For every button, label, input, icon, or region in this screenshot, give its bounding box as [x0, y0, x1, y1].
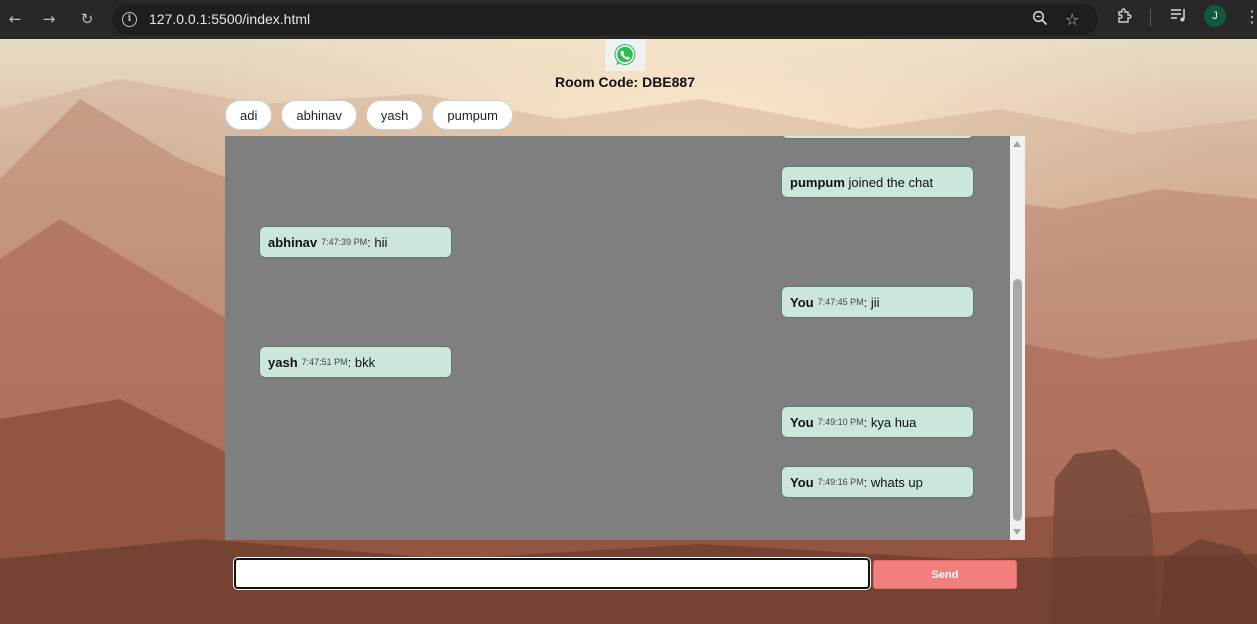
- message-time: 7:49:10 PM: [817, 417, 864, 427]
- forward-arrow-icon[interactable]: →: [38, 8, 60, 30]
- scroll-down-arrow-icon[interactable]: [1013, 529, 1021, 535]
- message-text: : whats up: [863, 474, 923, 490]
- scroll-thumb[interactable]: [1013, 279, 1022, 521]
- toolbar-divider: [1150, 9, 1151, 27]
- message-bubble: yash 7:47:51 PM: bkk: [259, 346, 452, 378]
- extensions-icon[interactable]: [1116, 7, 1133, 28]
- message-bubble: pumpum joined the chat: [781, 166, 974, 198]
- chat-page: Room Code: DBE887 adi abhinav yash pumpu…: [0, 39, 1257, 624]
- message-text: : kya hua: [863, 414, 917, 430]
- message-sender: pumpum: [790, 174, 845, 190]
- message-bubble-partial: [781, 136, 974, 139]
- message-bubble: abhinav 7:47:39 PM: hii: [259, 226, 452, 258]
- message-bubble: You 7:47:45 PM: jii: [781, 286, 974, 318]
- message-text: joined the chat: [848, 174, 934, 190]
- send-button[interactable]: Send: [873, 560, 1017, 589]
- user-pill-abhinav[interactable]: abhinav: [281, 100, 357, 130]
- bookmark-star-icon[interactable]: ☆: [1065, 10, 1079, 29]
- message-text: : hii: [367, 234, 388, 250]
- user-pill-adi[interactable]: adi: [225, 100, 273, 130]
- scroll-up-arrow-icon[interactable]: [1013, 141, 1021, 147]
- message-sender: You: [790, 294, 814, 310]
- reload-icon[interactable]: ↻: [76, 8, 98, 30]
- message-time: 7:47:51 PM: [301, 357, 348, 367]
- message-input[interactable]: [234, 558, 870, 589]
- user-pill-yash[interactable]: yash: [365, 100, 424, 130]
- address-bar[interactable]: i 127.0.0.1:5500/index.html ☆: [112, 4, 1098, 35]
- message-time: 7:47:45 PM: [817, 297, 864, 307]
- message-time: 7:47:39 PM: [321, 237, 368, 247]
- message-text: : bkk: [347, 354, 376, 370]
- message-text: : jii: [863, 294, 880, 310]
- message-bubble: You 7:49:16 PM: whats up: [781, 466, 974, 498]
- media-controls-icon[interactable]: [1170, 7, 1188, 27]
- profile-avatar[interactable]: J: [1204, 5, 1226, 27]
- zoom-icon[interactable]: [1032, 10, 1048, 30]
- message-time: 7:49:16 PM: [817, 477, 864, 487]
- room-code: Room Code: DBE887: [554, 74, 696, 90]
- user-pill-pumpum[interactable]: pumpum: [432, 100, 513, 130]
- message-sender: abhinav: [268, 234, 318, 250]
- browser-menu-icon[interactable]: ⋮: [1244, 7, 1257, 26]
- message-sender: yash: [268, 354, 298, 370]
- back-arrow-icon[interactable]: ←: [4, 8, 26, 30]
- address-url[interactable]: 127.0.0.1:5500/index.html: [149, 11, 310, 27]
- site-info-icon[interactable]: i: [122, 12, 137, 27]
- chat-scrollbar[interactable]: [1010, 136, 1025, 540]
- message-sender: You: [790, 474, 814, 490]
- whatsapp-logo-icon: [605, 39, 645, 71]
- browser-toolbar: ← → ↻ i 127.0.0.1:5500/index.html ☆ J ⋮: [0, 0, 1257, 39]
- user-list: adi abhinav yash pumpum: [225, 100, 513, 130]
- message-sender: You: [790, 414, 814, 430]
- chat-messages[interactable]: pumpum joined the chat abhinav 7:47:39 PM…: [225, 136, 1025, 540]
- message-bubble: You 7:49:10 PM: kya hua: [781, 406, 974, 438]
